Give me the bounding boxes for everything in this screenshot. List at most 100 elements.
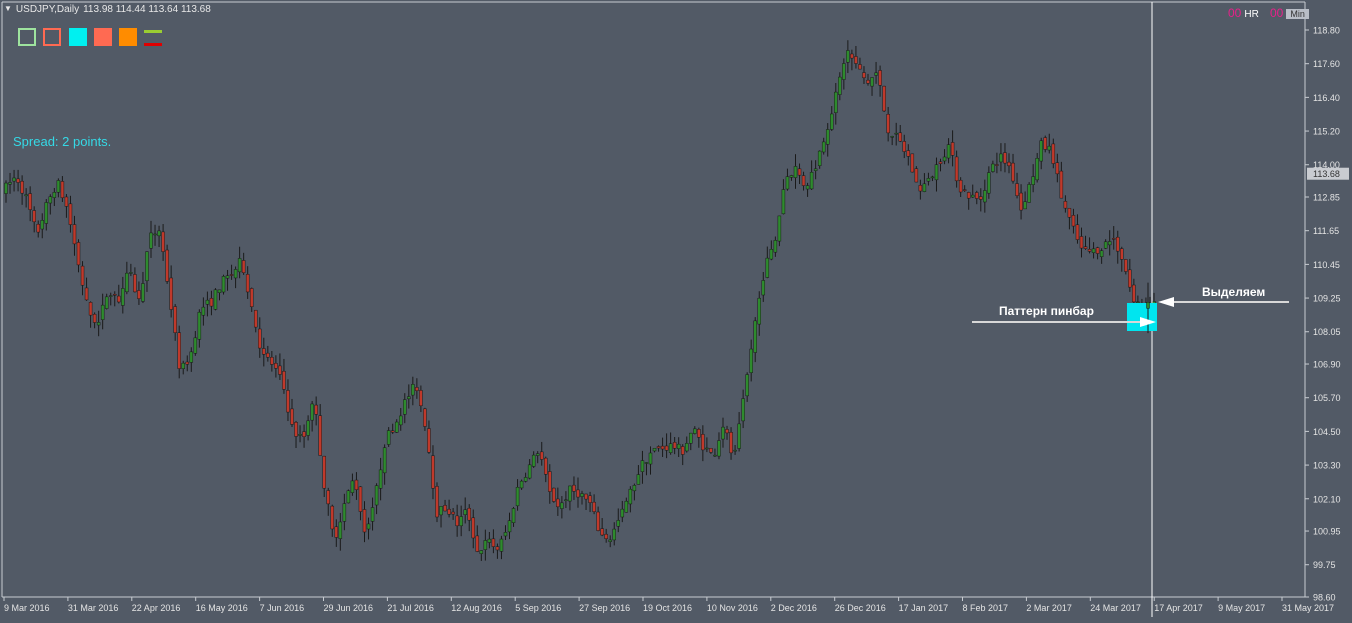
candle-body <box>765 257 770 278</box>
candle-body <box>515 486 520 507</box>
candle-body <box>890 136 894 138</box>
candle-body <box>1103 241 1108 249</box>
candle-body <box>173 306 177 333</box>
candle-body <box>906 150 911 157</box>
candle-body <box>233 269 238 279</box>
candle-body <box>419 390 423 407</box>
y-tick-label: 115.20 <box>1313 127 1340 137</box>
candle-body <box>491 538 496 547</box>
candle-body <box>519 480 524 489</box>
candle-body <box>725 429 729 434</box>
candle-body <box>36 223 40 233</box>
symbol-name: USDJPY,Daily <box>15 4 80 15</box>
candle-body <box>983 190 987 203</box>
candle-body <box>805 185 810 190</box>
candle-body <box>1136 301 1140 304</box>
y-tick-label: 108.05 <box>1313 327 1341 337</box>
rectangle-fill-cyan-tool[interactable] <box>69 28 87 46</box>
rectangle-outline-green-tool[interactable] <box>18 28 36 46</box>
candle-body <box>282 370 286 390</box>
candle-body <box>253 309 258 328</box>
candle-body <box>298 433 302 436</box>
candle-body <box>270 356 274 365</box>
pinbar-highlight-box <box>1127 303 1157 331</box>
candle-body <box>141 283 145 302</box>
candle-body <box>4 182 8 194</box>
timeframe-minute-button[interactable]: 00 Min <box>1270 6 1309 20</box>
candle-body <box>596 511 600 531</box>
candle-body <box>245 274 250 293</box>
candle-body <box>991 163 995 172</box>
chevron-down-icon[interactable]: ▼ <box>4 4 12 15</box>
timeframe-hour-button[interactable]: 00 HR <box>1228 6 1259 20</box>
candle-body <box>334 526 339 538</box>
candle-body <box>427 428 431 453</box>
candle-body <box>825 129 830 145</box>
candle-body <box>129 272 133 274</box>
candle-body <box>930 176 935 179</box>
candle-body <box>185 361 190 365</box>
candle-body <box>914 168 919 183</box>
candle-body <box>600 528 604 536</box>
candle-body <box>656 446 661 449</box>
x-tick-label: 10 Nov 2016 <box>707 603 758 613</box>
candle-body <box>781 189 786 215</box>
candle-body <box>745 374 749 397</box>
candle-body <box>523 477 528 482</box>
candle-body <box>153 233 157 236</box>
candle-body <box>1132 284 1136 303</box>
price-chart[interactable]: 118.80117.60116.40115.20114.00112.85111.… <box>0 0 1352 623</box>
rectangle-fill-orange-tool[interactable] <box>119 28 137 46</box>
candle-body <box>306 420 310 436</box>
candle-body <box>439 506 443 516</box>
line-green-tool[interactable] <box>144 30 162 33</box>
candle-body <box>1011 162 1015 182</box>
candle-body <box>16 178 20 183</box>
candle-body <box>535 453 540 456</box>
candle-body <box>878 70 882 86</box>
candle-body <box>987 172 991 194</box>
line-red-tool[interactable] <box>144 43 162 46</box>
candle-body <box>676 443 681 449</box>
current-price-label: 113.68 <box>1313 169 1340 179</box>
candle-body <box>374 485 379 506</box>
symbol-header: ▼ USDJPY,Daily 113.98 114.44 113.64 113.… <box>4 4 211 15</box>
candle-body <box>310 403 314 421</box>
candle-body <box>942 156 947 162</box>
rectangle-fill-salmon-tool[interactable] <box>94 28 112 46</box>
candle-body <box>640 460 645 472</box>
candle-body <box>225 275 230 279</box>
y-tick-label: 118.80 <box>1313 26 1340 36</box>
candle-body <box>548 471 552 492</box>
candle-body <box>40 220 45 230</box>
candle-body <box>241 260 246 274</box>
candle-body <box>76 242 81 266</box>
candle-body <box>958 179 963 193</box>
candle-body <box>970 194 975 198</box>
y-tick-label: 100.95 <box>1313 527 1341 537</box>
candle-body <box>121 288 125 306</box>
candle-body <box>793 166 798 178</box>
x-tick-label: 31 Mar 2016 <box>68 603 119 613</box>
candle-body <box>451 511 455 515</box>
candle-body <box>918 185 923 192</box>
x-tick-label: 26 Dec 2016 <box>835 603 886 613</box>
rectangle-outline-red-tool[interactable] <box>43 28 61 46</box>
candle-body <box>415 387 419 391</box>
candle-body <box>1079 236 1084 249</box>
timeframe-hour-value: 00 <box>1228 6 1242 20</box>
candle-body <box>370 507 375 522</box>
candle-body <box>934 164 939 181</box>
candle-body <box>713 454 717 457</box>
x-tick-label: 21 Jul 2016 <box>387 603 434 613</box>
candle-body <box>1047 145 1052 151</box>
candle-body <box>922 183 927 192</box>
candle-body <box>1015 183 1019 196</box>
candle-body <box>854 56 858 64</box>
candle-body <box>858 64 862 70</box>
x-tick-label: 9 May 2017 <box>1218 603 1265 613</box>
candle-body <box>648 452 653 465</box>
candle-body <box>1071 215 1076 227</box>
pinbar-pattern-label: Паттерн пинбар <box>999 304 1094 318</box>
candle-body <box>636 474 641 485</box>
